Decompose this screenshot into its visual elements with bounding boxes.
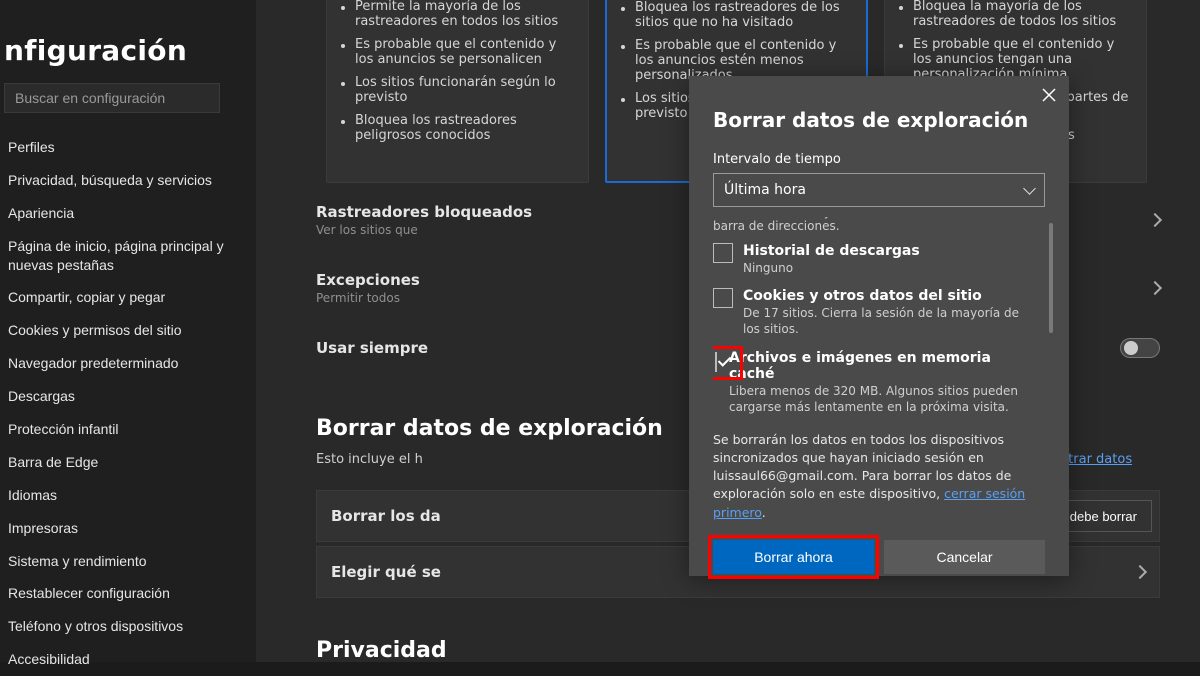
data-types-list: 2 elementos. Incluye finalizaciones auto… — [713, 217, 1053, 423]
search-input[interactable] — [4, 83, 220, 113]
nav-share[interactable]: Compartir, copiar y pegar — [0, 281, 256, 314]
time-range-select[interactable]: Última hora — [713, 173, 1045, 207]
truncated-desc: 2 elementos. Incluye finalizaciones auto… — [713, 217, 1053, 233]
nav-family[interactable]: Protección infantil — [0, 413, 256, 446]
chevron-right-icon — [1148, 281, 1162, 295]
clear-data-dialog: Borrar datos de exploración Intervalo de… — [689, 76, 1069, 576]
item-title: Archivos e imágenes en memoria caché — [729, 350, 1035, 382]
nav-printers[interactable]: Impresoras — [0, 512, 256, 545]
nav-privacy[interactable]: Privacidad, búsqueda y servicios — [0, 164, 256, 197]
section-privacy-title: Privacidad — [316, 638, 447, 663]
nav-profiles[interactable]: Perfiles — [0, 131, 256, 164]
item-desc: Ninguno — [743, 260, 920, 276]
tracking-card-basic[interactable]: Permite la mayoría de los rastreadores e… — [326, 0, 589, 183]
row-title: Elegir qué se — [331, 563, 441, 581]
checkbox[interactable] — [713, 243, 733, 263]
row-title: Rastreadores bloqueados — [316, 203, 532, 221]
row-title: Borrar los da — [331, 507, 441, 525]
card-bullet: Es probable que el contenido y los anunc… — [341, 33, 574, 71]
card-bullet: Los sitios funcionarán según lo previsto — [341, 71, 574, 109]
card-bullet: Bloquea la mayoría de los rastreadores d… — [899, 0, 1132, 33]
item-desc: De 17 sitios. Cierra la sesión de la may… — [743, 305, 1035, 337]
footer-text: . — [762, 505, 766, 520]
nav-downloads[interactable]: Descargas — [0, 380, 256, 413]
item-passwords[interactable]: Contraseñas — [713, 421, 1053, 423]
cancel-button[interactable]: Cancelar — [884, 540, 1045, 574]
settings-sidebar: nfiguración Perfiles Privacidad, búsqued… — [0, 0, 256, 662]
dialog-title: Borrar datos de exploración — [689, 76, 1069, 142]
nav-edge-bar[interactable]: Barra de Edge — [0, 446, 256, 479]
main-content: Permite la mayoría de los rastreadores e… — [256, 0, 1200, 662]
row-subtitle: Permitir todos — [316, 291, 420, 305]
row-title: Excepciones — [316, 271, 420, 289]
nav-cookies[interactable]: Cookies y permisos del sitio — [0, 314, 256, 347]
nav-default-browser[interactable]: Navegador predeterminado — [0, 347, 256, 380]
chevron-right-icon — [1148, 213, 1162, 227]
nav-appearance[interactable]: Apariencia — [0, 197, 256, 230]
item-desc: Libera menos de 320 MB. Algunos sitios p… — [729, 383, 1035, 415]
item-cookies[interactable]: Cookies y otros datos del sitio De 17 si… — [713, 282, 1053, 343]
nav-system[interactable]: Sistema y rendimiento — [0, 545, 256, 578]
row-title: Usar siempre — [316, 339, 428, 357]
checkbox[interactable] — [713, 288, 733, 308]
row-subtitle: Ver los sitios que — [316, 223, 532, 237]
close-button[interactable] — [1035, 82, 1063, 110]
nav-phone[interactable]: Teléfono y otros dispositivos — [0, 610, 256, 643]
item-download-history[interactable]: Historial de descargas Ninguno — [713, 237, 1053, 282]
nav-reset[interactable]: Restablecer configuración — [0, 577, 256, 610]
chevron-down-icon — [1023, 182, 1036, 195]
time-range-label: Intervalo de tiempo — [689, 142, 1069, 173]
time-range-value: Última hora — [724, 182, 806, 198]
checkbox[interactable] — [715, 352, 717, 372]
toggle-switch[interactable] — [1120, 338, 1160, 358]
chevron-right-icon — [1133, 565, 1147, 579]
close-icon — [1042, 88, 1056, 102]
clear-now-button[interactable]: Borrar ahora — [713, 540, 874, 574]
section-clear-data-desc: Esto incluye el h — [316, 452, 423, 467]
card-bullet: Bloquea los rastreadores de los sitios q… — [621, 0, 852, 34]
nav-startpage[interactable]: Página de inicio, página principal y nue… — [0, 230, 256, 282]
card-bullet: Bloquea los rastreadores peligrosos cono… — [341, 109, 574, 147]
dialog-footer-text: Se borrarán los datos en todos los dispo… — [689, 423, 1069, 522]
item-cached-files[interactable]: Archivos e imágenes en memoria caché Lib… — [713, 344, 1053, 421]
card-bullet: Permite la mayoría de los rastreadores e… — [341, 0, 574, 33]
nav-languages[interactable]: Idiomas — [0, 479, 256, 512]
settings-nav: Perfiles Privacidad, búsqueda y servicio… — [0, 125, 256, 676]
item-title: Historial de descargas — [743, 243, 920, 259]
section-clear-data-title: Borrar datos de exploración — [316, 416, 663, 441]
settings-title: nfiguración — [0, 10, 256, 83]
item-title: Cookies y otros datos del sitio — [743, 288, 1035, 304]
nav-accessibility[interactable]: Accesibilidad — [0, 643, 256, 676]
desc-text: Esto incluye el h — [316, 452, 423, 467]
